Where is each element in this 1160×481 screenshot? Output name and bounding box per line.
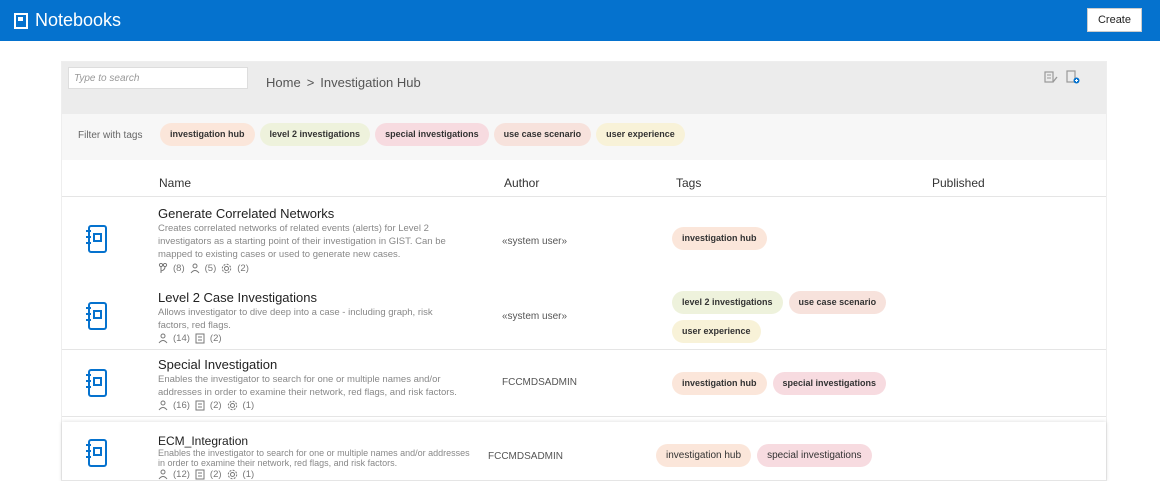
user-count: (5)	[204, 263, 217, 274]
filter-tag-special-investigations[interactable]: special investigations	[375, 123, 489, 146]
notebook-icon	[86, 302, 107, 330]
branch-icon	[158, 263, 168, 273]
description-line: mapped to existing cases or used to gene…	[158, 249, 401, 260]
notebook-stats: (12) (2) (1)	[158, 469, 254, 480]
tag-filter-bar: Filter with tags investigation hub level…	[62, 114, 1106, 160]
breadcrumb-current: Investigation Hub	[320, 75, 421, 90]
gear-count: (1)	[242, 400, 255, 411]
gear-count: (1)	[242, 469, 255, 480]
notebook-title[interactable]: Generate Correlated Networks	[158, 206, 334, 221]
breadcrumb-separator: >	[306, 75, 315, 90]
filter-tag-list: investigation hub level 2 investigations…	[160, 123, 685, 146]
edit-list-icon[interactable]	[1044, 70, 1058, 84]
branch-count: (8)	[173, 263, 185, 274]
notebook-tags: investigation hub	[672, 227, 922, 250]
notebook-author: «system user»	[502, 311, 568, 322]
notebook-icon	[86, 225, 107, 253]
notebook-title[interactable]: ECM_Integration	[158, 434, 248, 448]
column-header-tags[interactable]: Tags	[676, 176, 701, 190]
notebook-author: FCCMDSADMIN	[488, 451, 563, 462]
notebook-icon	[86, 439, 107, 467]
notebook-description: Allows investigator to dive deep into a …	[158, 306, 433, 332]
notebook-description: Creates correlated networks of related e…	[158, 222, 446, 261]
tag-use-case-scenario[interactable]: use case scenario	[788, 291, 887, 314]
gear-icon	[227, 469, 237, 480]
description-line: investigators as a starting point of the…	[158, 236, 446, 247]
notebook-description: Enables the investigator to search for o…	[158, 373, 457, 399]
column-header-name[interactable]: Name	[159, 176, 191, 190]
gear-icon	[227, 400, 237, 411]
notebook-icon	[86, 369, 107, 397]
notebook-tags: level 2 investigations use case scenario…	[672, 291, 922, 343]
notebook-stats: (16) (2) (1)	[158, 400, 254, 411]
tag-investigation-hub[interactable]: investigation hub	[656, 444, 752, 467]
document-count: (2)	[209, 333, 222, 344]
description-line: Creates correlated networks of related e…	[158, 223, 429, 234]
gear-icon	[222, 263, 232, 274]
document-icon	[195, 400, 205, 411]
create-button[interactable]: Create	[1086, 8, 1142, 32]
notebook-row[interactable]: Level 2 Case Investigations Allows inves…	[62, 283, 1106, 350]
breadcrumb-home[interactable]: Home	[266, 75, 301, 90]
gear-count: (2)	[237, 263, 249, 274]
description-line: in order to examine their network, red f…	[158, 458, 398, 468]
top-bar: Notebooks Create	[0, 0, 1160, 41]
tag-special-investigations[interactable]: special investigations	[772, 372, 887, 395]
filter-label: Filter with tags	[78, 130, 143, 141]
notebook-author: FCCMDSADMIN	[502, 377, 577, 388]
tag-special-investigations[interactable]: special investigations	[757, 444, 872, 467]
user-icon	[158, 333, 168, 344]
user-count: (12)	[173, 469, 190, 480]
filter-tag-use-case-scenario[interactable]: use case scenario	[493, 123, 592, 146]
notebook-author: «system user»	[502, 236, 568, 247]
app-title-label: Notebooks	[35, 10, 122, 30]
app-title: Notebooks	[14, 10, 121, 31]
user-icon	[158, 469, 168, 480]
description-line: factors, red flags.	[158, 320, 231, 331]
user-count: (16)	[173, 400, 190, 411]
user-icon	[158, 400, 168, 411]
notebook-title[interactable]: Special Investigation	[158, 357, 277, 372]
filter-tag-investigation-hub[interactable]: investigation hub	[160, 123, 255, 146]
column-header-published[interactable]: Published	[932, 176, 985, 190]
filter-tag-level-2-investigations[interactable]: level 2 investigations	[259, 123, 371, 146]
new-notebook-icon[interactable]	[1066, 70, 1080, 84]
notebook-description: Enables the investigator to search for o…	[158, 448, 470, 468]
breadcrumb: Home > Investigation Hub	[266, 75, 421, 90]
notebook-row[interactable]: Special Investigation Enables the invest…	[62, 350, 1106, 417]
document-icon	[195, 469, 205, 480]
description-line: Enables the investigator to search for o…	[158, 448, 470, 458]
filter-tag-user-experience[interactable]: user experience	[596, 123, 685, 146]
tag-user-experience[interactable]: user experience	[672, 320, 761, 343]
user-icon	[190, 263, 200, 274]
document-icon	[195, 333, 205, 344]
notebooks-panel: Home > Investigation Hub Filter with tag…	[62, 62, 1106, 481]
document-count: (2)	[209, 400, 222, 411]
notebook-row[interactable]: ECM_Integration Enables the investigator…	[62, 422, 1106, 481]
notebook-title[interactable]: Level 2 Case Investigations	[158, 290, 317, 305]
document-count: (2)	[209, 469, 222, 480]
column-header-author[interactable]: Author	[504, 176, 539, 190]
notebook-row[interactable]: Generate Correlated Networks Creates cor…	[62, 196, 1106, 284]
notebook-tags: investigation hub special investigations	[656, 444, 906, 467]
notebook-stats: (8) (5) (2)	[158, 263, 249, 274]
notebook-stats: (14) (2)	[158, 333, 222, 344]
tag-level-2-investigations[interactable]: level 2 investigations	[672, 291, 783, 314]
user-count: (14)	[173, 333, 190, 344]
search-bar-area: Home > Investigation Hub	[62, 62, 1106, 114]
notebook-tags: investigation hub special investigations	[672, 372, 922, 395]
notebook-icon	[14, 12, 28, 29]
tag-investigation-hub[interactable]: investigation hub	[672, 372, 767, 395]
description-line: Allows investigator to dive deep into a …	[158, 307, 433, 318]
description-line: addresses in order to examine their netw…	[158, 387, 457, 398]
search-input[interactable]	[68, 67, 248, 89]
description-line: Enables the investigator to search for o…	[158, 374, 441, 385]
tag-investigation-hub[interactable]: investigation hub	[672, 227, 767, 250]
